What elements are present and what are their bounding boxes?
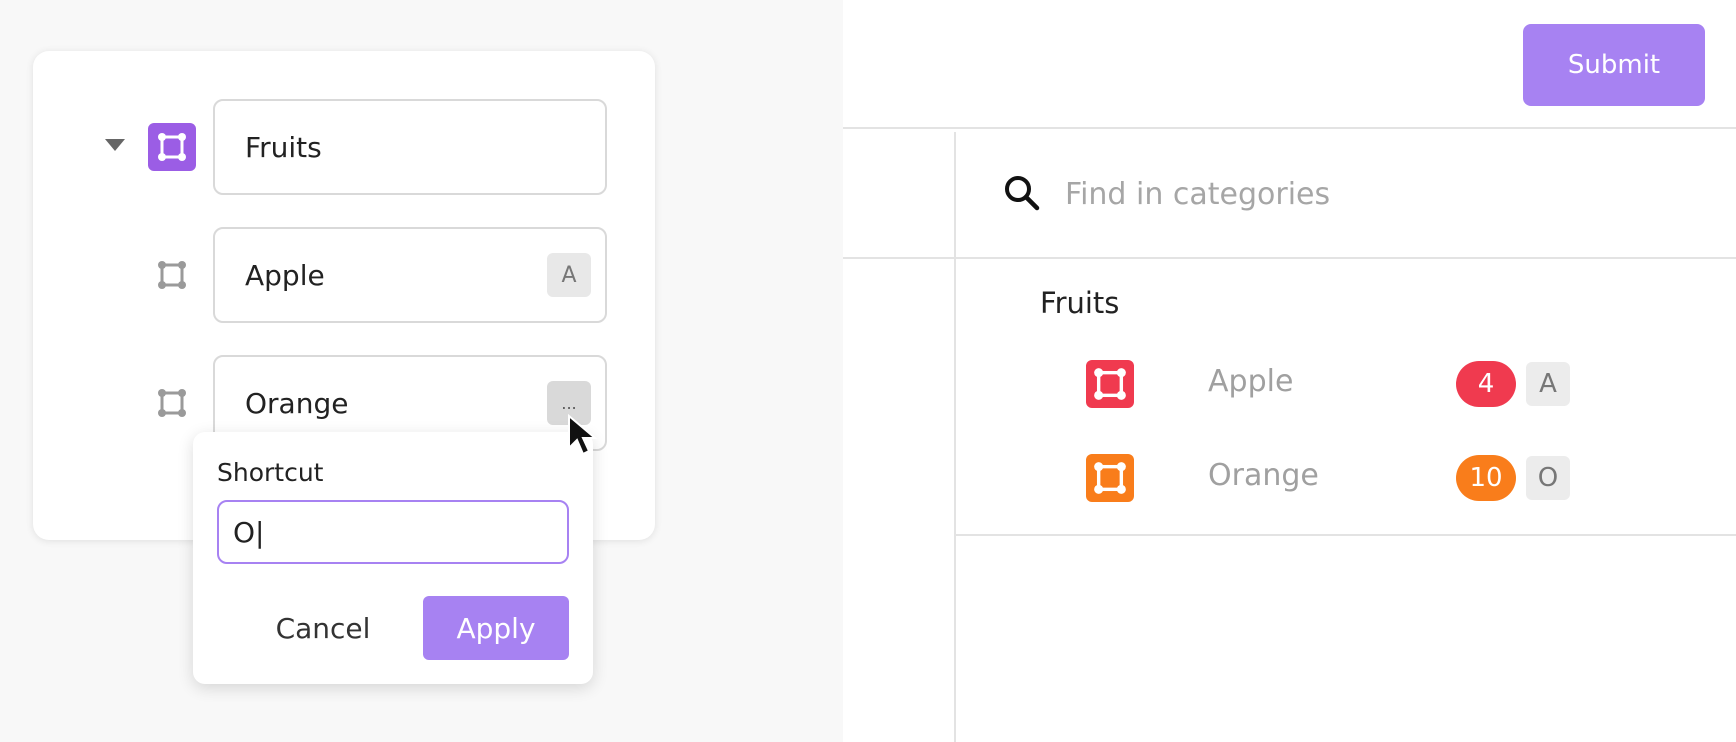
category-icon	[1086, 360, 1134, 408]
shortcut-chip[interactable]: A	[547, 253, 591, 297]
category-icon	[148, 123, 196, 171]
category-list-pane: Submit Fruits Apple 4 A O	[843, 0, 1736, 742]
divider	[843, 257, 1736, 259]
category-editor-pane: Fruits Apple A Orange ... Shortcut O| Ca…	[0, 0, 843, 742]
search-icon	[1003, 174, 1041, 216]
count-badge: 10	[1456, 455, 1516, 501]
count-badge: 4	[1456, 361, 1516, 407]
shortcut-popover: Shortcut Cancel Apply	[193, 432, 593, 684]
category-icon	[1086, 454, 1134, 502]
shortcut-chip: O	[1526, 456, 1570, 500]
item-name-field[interactable]: Apple A	[213, 227, 607, 323]
category-label: Orange	[1208, 458, 1319, 493]
category-name-field[interactable]: Fruits	[213, 99, 607, 195]
shortcut-label: Shortcut	[217, 458, 324, 487]
mouse-cursor-icon	[567, 413, 601, 462]
list-item[interactable]: Orange 10 O	[1086, 452, 1736, 502]
category-label: Apple	[1208, 364, 1294, 399]
cancel-button[interactable]: Cancel	[253, 596, 393, 660]
category-name-text: Fruits	[245, 130, 322, 164]
search-input[interactable]	[1065, 164, 1665, 224]
apply-button[interactable]: Apply	[423, 596, 569, 660]
item-name-text: Apple	[245, 258, 325, 292]
shortcut-input[interactable]	[217, 500, 569, 564]
category-icon	[148, 379, 196, 427]
divider	[956, 534, 1736, 536]
divider	[843, 127, 1736, 129]
list-item[interactable]: Apple 4 A	[1086, 358, 1736, 408]
collapse-caret-icon[interactable]	[105, 139, 125, 151]
submit-button[interactable]: Submit	[1523, 24, 1705, 106]
divider	[954, 132, 956, 742]
shortcut-chip: A	[1526, 362, 1570, 406]
item-name-text: Orange	[245, 386, 349, 420]
category-icon	[148, 251, 196, 299]
group-heading: Fruits	[1040, 286, 1120, 320]
